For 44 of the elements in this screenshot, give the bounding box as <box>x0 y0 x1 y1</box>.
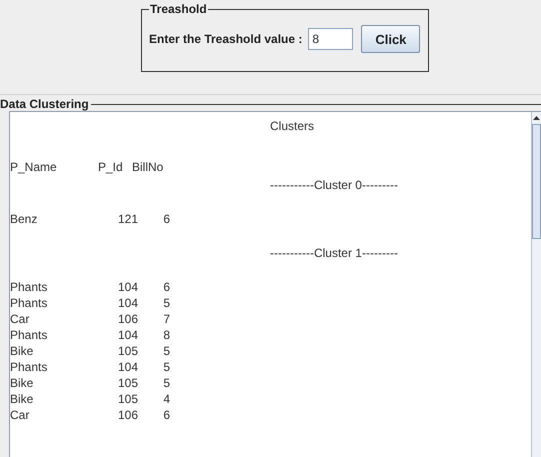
table-cell-text: Bike <box>10 344 34 358</box>
table-cell-text: Bike <box>10 392 34 406</box>
threshold-label: Enter the Treashold value : <box>149 32 302 46</box>
table-cell-text: 6 <box>162 280 170 294</box>
table-cell-text: 105 <box>116 392 138 406</box>
panel-title: Treashold <box>149 2 208 16</box>
click-button[interactable]: Click <box>361 25 420 53</box>
table-cell-text: 5 <box>162 344 170 358</box>
heading-text: Clusters <box>270 119 314 133</box>
table-cell-text: Phants <box>10 280 48 294</box>
table-cell-text: 7 <box>162 312 170 326</box>
threshold-input[interactable]: 8 <box>308 28 354 50</box>
cluster-heading: -----------Cluster 1--------- <box>270 246 398 260</box>
table-cell-text: 104 <box>116 328 138 342</box>
table-cell-text: 4 <box>162 392 170 406</box>
table-cell-text: Phants <box>10 296 48 310</box>
table-cell-text: 104 <box>116 360 138 374</box>
table-cell-text: 6 <box>162 212 170 226</box>
scroll-thumb[interactable] <box>532 124 541 239</box>
table-cell-text: 106 <box>116 312 138 326</box>
table-cell-text: Bike <box>10 376 34 390</box>
scrollbar[interactable] <box>531 112 541 457</box>
table-cell-text: 105 <box>116 376 138 390</box>
table-cell-text: Phants <box>10 328 48 342</box>
table-cell-text: Phants <box>10 360 48 374</box>
table-cell-text: 5 <box>162 376 170 390</box>
column-header: BillNo <box>132 160 164 174</box>
table-cell-text: Car <box>10 312 30 326</box>
table-cell-text: 8 <box>162 328 170 342</box>
table-cell-text: Car <box>10 408 30 422</box>
table-cell-text: 104 <box>116 280 138 294</box>
table-cell-text: 6 <box>162 408 170 422</box>
table-cell-text: Benz <box>10 212 38 226</box>
scroll-up-icon[interactable] <box>533 115 540 121</box>
column-header: P_Id <box>98 160 124 174</box>
table-cell-text: 106 <box>116 408 138 422</box>
table-cell-text: 105 <box>116 344 138 358</box>
table-cell-text: 5 <box>162 360 170 374</box>
column-header: P_Name <box>10 160 58 174</box>
table-cell-text: 121 <box>116 212 138 226</box>
cluster-heading: -----------Cluster 0--------- <box>270 178 398 192</box>
panel-title: Data Clustering <box>0 97 90 111</box>
table-cell-text: 5 <box>162 296 170 310</box>
table-cell-text: 104 <box>116 296 138 310</box>
